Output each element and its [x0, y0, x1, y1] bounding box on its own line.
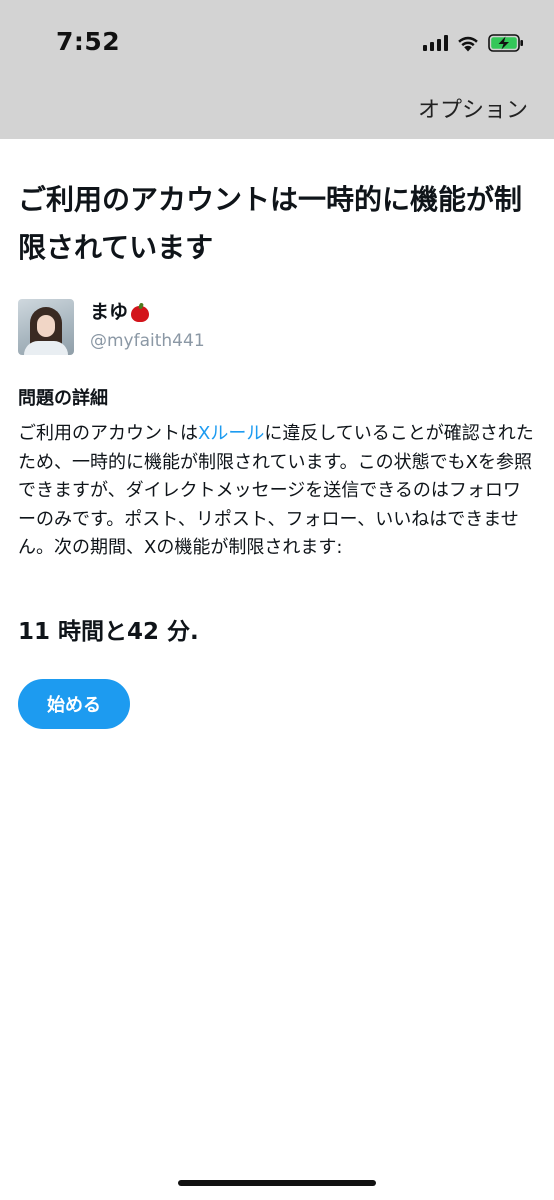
page-title: ご利用のアカウントは一時的に機能が制限されています	[18, 183, 523, 264]
display-name-row: まゆ	[90, 299, 205, 325]
restriction-duration: 11 時間と42 分.	[18, 619, 199, 645]
red-apple-icon	[131, 303, 150, 322]
cellular-signal-icon	[423, 35, 448, 51]
options-button[interactable]: オプション	[418, 92, 528, 124]
user-text: まゆ @myfaith441	[90, 299, 205, 353]
battery-charging-icon	[488, 34, 523, 52]
details-text-before-link: ご利用のアカウントは	[18, 423, 198, 444]
start-button[interactable]: 始める	[18, 679, 130, 729]
status-icons	[423, 32, 524, 54]
avatar	[18, 299, 74, 355]
user-info: まゆ @myfaith441	[18, 299, 205, 355]
user-handle: @myfaith441	[90, 331, 205, 351]
x-rules-link[interactable]: Xルール	[198, 423, 264, 444]
details-heading: 問題の詳細	[18, 388, 108, 409]
details-text: ご利用のアカウントはXルールに違反していることが確認されたため、一時的に機能が制…	[18, 420, 538, 563]
main-content: ご利用のアカウントは一時的に機能が制限されています まゆ @myfaith441…	[18, 176, 538, 729]
status-time: 7:52	[56, 27, 121, 56]
display-name: まゆ	[90, 301, 129, 323]
home-indicator	[178, 1180, 376, 1186]
restricted-account-screen: 7:52 オプション ご利用のアカウントは一時的に機能が制限されています まゆ …	[0, 0, 554, 1200]
wifi-icon	[458, 36, 478, 52]
top-header: 7:52 オプション	[0, 0, 554, 139]
